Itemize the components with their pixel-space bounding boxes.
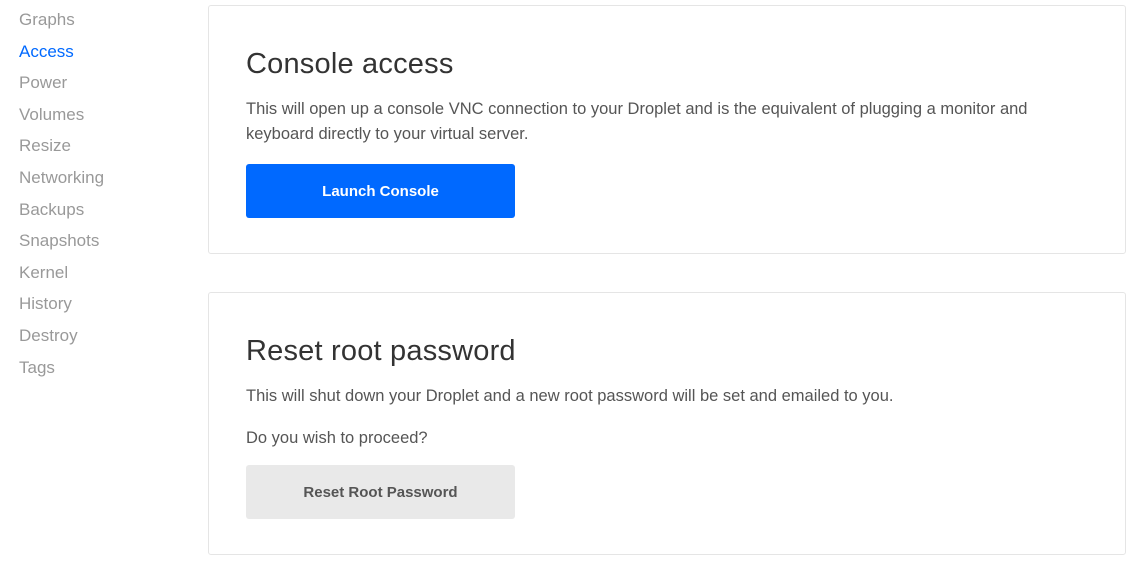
sidebar-item-resize[interactable]: Resize [19, 130, 179, 162]
sidebar-item-graphs[interactable]: Graphs [19, 4, 179, 36]
launch-console-button[interactable]: Launch Console [246, 164, 515, 218]
sidebar-nav: Graphs Access Power Volumes Resize Netwo… [19, 4, 179, 383]
sidebar-item-backups[interactable]: Backups [19, 194, 179, 226]
sidebar-item-access[interactable]: Access [19, 36, 179, 68]
sidebar-item-snapshots[interactable]: Snapshots [19, 225, 179, 257]
reset-password-prompt: Do you wish to proceed? [246, 429, 428, 447]
reset-password-title: Reset root password [246, 335, 516, 367]
reset-password-card: Reset root password This will shut down … [208, 292, 1126, 555]
sidebar-item-networking[interactable]: Networking [19, 162, 179, 194]
reset-root-password-button[interactable]: Reset Root Password [246, 465, 515, 519]
sidebar-item-power[interactable]: Power [19, 67, 179, 99]
reset-password-description: This will shut down your Droplet and a n… [246, 387, 894, 405]
sidebar-item-destroy[interactable]: Destroy [19, 320, 179, 352]
sidebar-item-tags[interactable]: Tags [19, 352, 179, 384]
console-access-title: Console access [246, 48, 454, 80]
sidebar-item-kernel[interactable]: Kernel [19, 257, 179, 289]
console-access-card: Console access This will open up a conso… [208, 5, 1126, 254]
sidebar-item-history[interactable]: History [19, 288, 179, 320]
sidebar-item-volumes[interactable]: Volumes [19, 99, 179, 131]
console-access-description: This will open up a console VNC connecti… [246, 100, 1028, 143]
